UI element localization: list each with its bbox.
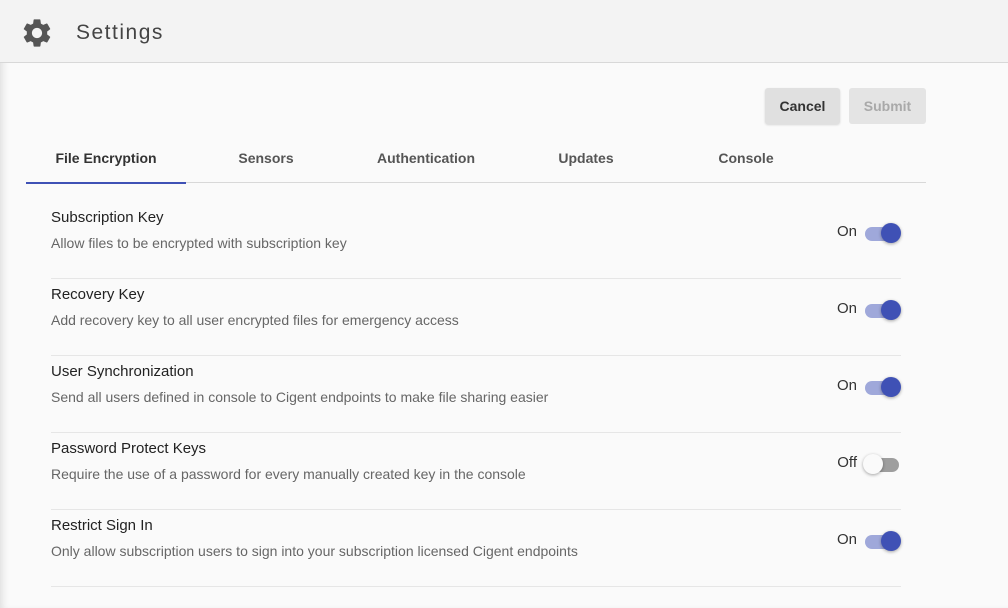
toggle-knob [881, 531, 901, 551]
tab-file-encryption[interactable]: File Encryption [26, 136, 186, 184]
toggle-knob [881, 377, 901, 397]
password-protect-keys-toggle[interactable] [863, 454, 901, 474]
toggle-state-label: On [836, 300, 857, 317]
toggle-state-label: Off [837, 454, 857, 471]
restrict-sign-in-toggle[interactable] [865, 531, 901, 551]
toggle-state-label: On [836, 531, 857, 548]
setting-title: Subscription Key [51, 209, 164, 226]
tab-console[interactable]: Console [666, 136, 826, 182]
cancel-button[interactable]: Cancel [765, 88, 840, 124]
setting-description: Only allow subscription users to sign in… [51, 543, 578, 559]
submit-button[interactable]: Submit [849, 88, 926, 124]
setting-description: Require the use of a password for every … [51, 466, 526, 482]
setting-title: Password Protect Keys [51, 440, 207, 457]
gear-icon [23, 19, 51, 47]
setting-description: Allow files to be encrypted with subscri… [51, 235, 347, 251]
setting-row-restrict-sign-in: Restrict Sign In Only allow subscription… [51, 509, 901, 587]
setting-title: Recovery Key [51, 286, 145, 303]
setting-description: Add recovery key to all user encrypted f… [51, 312, 459, 328]
tab-authentication[interactable]: Authentication [346, 136, 506, 182]
tab-sensors[interactable]: Sensors [186, 136, 346, 182]
settings-page: Settings Cancel Submit File Encryption S… [0, 0, 1008, 608]
toggle-state-label: On [836, 377, 857, 394]
toggle-knob [881, 300, 901, 320]
user-synchronization-toggle[interactable] [865, 377, 901, 397]
setting-title: Restrict Sign In [51, 517, 153, 534]
setting-title: User Synchronization [51, 363, 194, 380]
top-bar: Settings [0, 0, 1008, 63]
subscription-key-toggle[interactable] [865, 223, 901, 243]
setting-row-password-protect-keys: Password Protect Keys Require the use of… [51, 432, 901, 510]
toggle-knob [881, 223, 901, 243]
tab-bar: File Encryption Sensors Authentication U… [26, 136, 926, 184]
toggle-state-label: On [836, 223, 857, 240]
setting-row-user-synchronization: User Synchronization Send all users defi… [51, 355, 901, 433]
recovery-key-toggle[interactable] [865, 300, 901, 320]
page-title: Settings [76, 21, 164, 44]
toggle-knob [863, 454, 883, 474]
setting-description: Send all users defined in console to Cig… [51, 389, 549, 405]
tab-updates[interactable]: Updates [506, 136, 666, 182]
setting-row-recovery-key: Recovery Key Add recovery key to all use… [51, 278, 901, 356]
setting-row-subscription-key: Subscription Key Allow files to be encry… [51, 201, 901, 279]
